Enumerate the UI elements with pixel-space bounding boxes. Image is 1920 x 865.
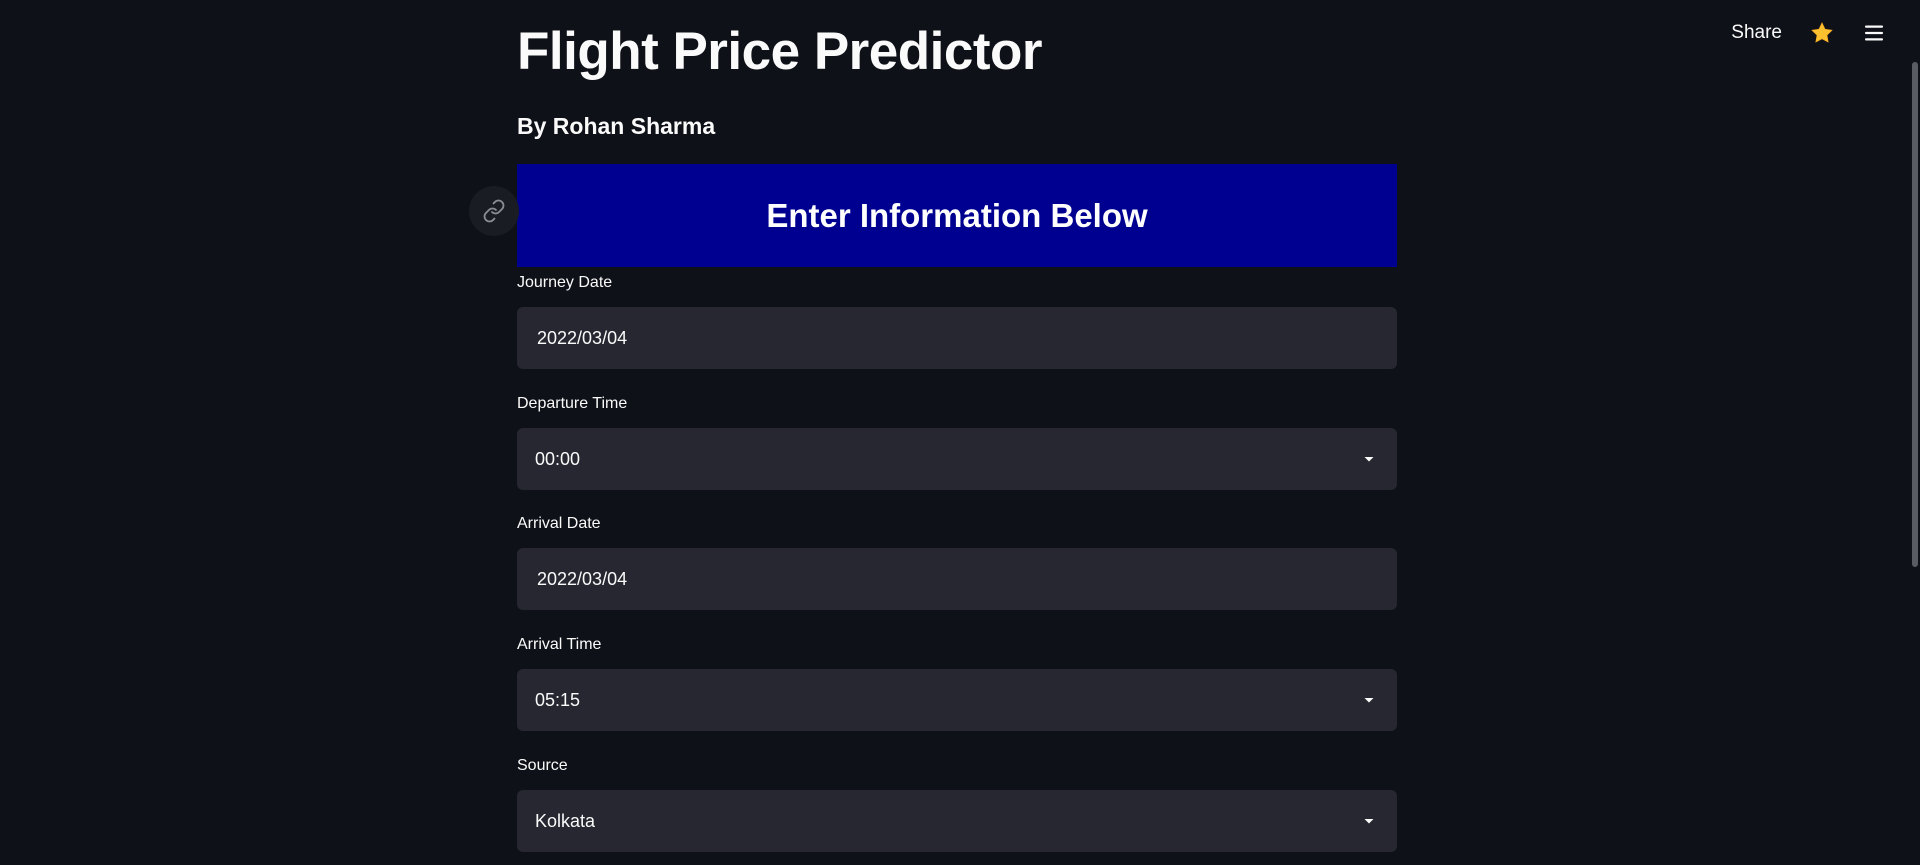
scrollbar-thumb[interactable] (1912, 62, 1918, 567)
journey-date-label: Journey Date (517, 274, 613, 291)
star-icon[interactable] (1810, 21, 1834, 45)
departure-time-select[interactable]: 00:00 (517, 428, 1397, 490)
source-value: Kolkata (535, 810, 596, 831)
caret-down-icon (1364, 698, 1374, 703)
caret-down-icon (1364, 457, 1374, 462)
journey-date-input[interactable]: 2022/03/04 (517, 307, 1397, 369)
banner-heading: Enter Information Below (766, 196, 1148, 234)
arrival-date-value: 2022/03/04 (537, 568, 628, 589)
app-page: Share Flight Price Predictor By Rohan Sh… (0, 0, 1920, 865)
source-label: Source (517, 757, 568, 774)
source-select[interactable]: Kolkata (517, 790, 1397, 852)
page-subtitle: By Rohan Sharma (517, 113, 716, 139)
arrival-time-select[interactable]: 05:15 (517, 669, 1397, 731)
page-scrollbar[interactable] (1910, 0, 1920, 865)
anchor-link-button[interactable] (469, 186, 519, 236)
arrival-time-label: Arrival Time (517, 636, 602, 653)
hamburger-menu-icon[interactable] (1862, 21, 1886, 45)
departure-time-label: Departure Time (517, 395, 628, 412)
arrival-time-value: 05:15 (535, 689, 581, 710)
journey-date-value: 2022/03/04 (537, 327, 628, 348)
caret-down-icon (1364, 819, 1374, 824)
link-icon (483, 199, 505, 223)
page-title: Flight Price Predictor (517, 22, 1043, 81)
arrival-date-label: Arrival Date (517, 515, 601, 532)
arrival-date-input[interactable]: 2022/03/04 (517, 548, 1397, 610)
departure-time-value: 00:00 (535, 448, 581, 469)
top-toolbar: Share (1731, 18, 1886, 48)
share-button[interactable]: Share (1731, 18, 1782, 48)
info-banner: Enter Information Below (517, 164, 1397, 267)
